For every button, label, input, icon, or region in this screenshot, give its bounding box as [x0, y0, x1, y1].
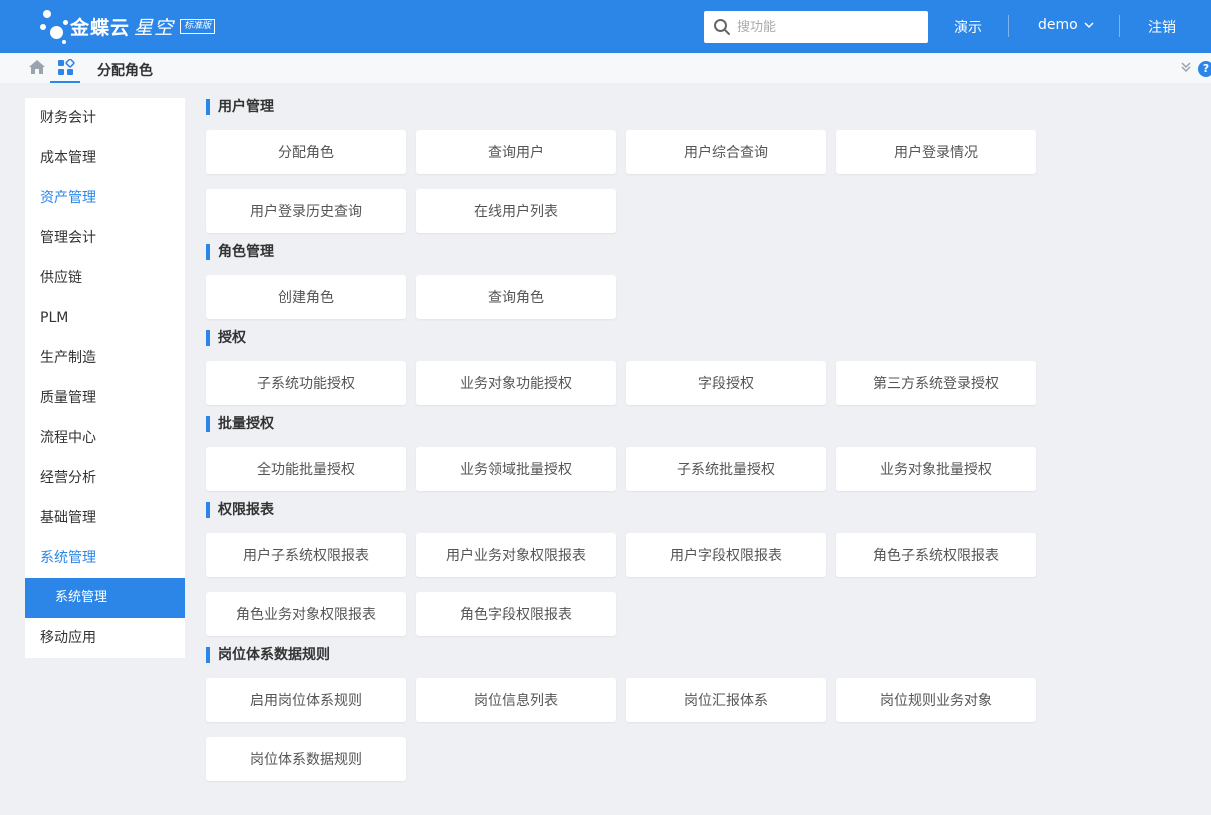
- tile-user-field-report[interactable]: 用户字段权限报表: [626, 533, 826, 577]
- tile-query-user[interactable]: 查询用户: [416, 130, 616, 174]
- edition-badge: 标准版: [180, 18, 216, 34]
- brand-name: 金蝶云 星空: [70, 16, 175, 39]
- tile-role-subsystem-report[interactable]: 角色子系统权限报表: [836, 533, 1036, 577]
- sidebar-item-mobile[interactable]: 移动应用: [25, 618, 185, 658]
- header-divider: [1008, 15, 1009, 37]
- active-tab-indicator: [50, 81, 80, 83]
- search-icon: [714, 19, 730, 35]
- tile-user-business-object-report[interactable]: 用户业务对象权限报表: [416, 533, 616, 577]
- section-title: 岗位体系数据规则: [206, 644, 1046, 666]
- header-divider: [1119, 15, 1120, 37]
- search-box[interactable]: [704, 11, 928, 43]
- section-user-management: 用户管理 分配角色 查询用户 用户综合查询 用户登录情况 用户登录历史查询 在线…: [206, 96, 1046, 248]
- sidebar-item-plm[interactable]: PLM: [25, 298, 185, 338]
- sidebar-item-quality[interactable]: 质量管理: [25, 378, 185, 418]
- tile-assign-role[interactable]: 分配角色: [206, 130, 406, 174]
- logo-dots-icon: [40, 6, 70, 46]
- sidebar-item-supply-chain[interactable]: 供应链: [25, 258, 185, 298]
- tile-third-party-login-auth[interactable]: 第三方系统登录授权: [836, 361, 1036, 405]
- brand-logo[interactable]: 金蝶云 星空 标准版: [40, 6, 216, 46]
- tile-field-auth[interactable]: 字段授权: [626, 361, 826, 405]
- sidebar-item-analytics[interactable]: 经营分析: [25, 458, 185, 498]
- section-title: 权限报表: [206, 499, 1046, 521]
- sidebar-subitem-system[interactable]: 系统管理: [25, 578, 185, 618]
- tile-business-domain-batch-auth[interactable]: 业务领域批量授权: [416, 447, 616, 491]
- double-chevron-down-icon[interactable]: [1180, 61, 1192, 73]
- sidebar-item-basic[interactable]: 基础管理: [25, 498, 185, 538]
- tile-subsystem-function-auth[interactable]: 子系统功能授权: [206, 361, 406, 405]
- tile-business-object-batch-auth[interactable]: 业务对象批量授权: [836, 447, 1036, 491]
- tile-online-users[interactable]: 在线用户列表: [416, 189, 616, 233]
- tile-create-role[interactable]: 创建角色: [206, 275, 406, 319]
- tile-user-login-history[interactable]: 用户登录历史查询: [206, 189, 406, 233]
- tile-position-reporting[interactable]: 岗位汇报体系: [626, 678, 826, 722]
- sidebar-item-management-accounting[interactable]: 管理会计: [25, 218, 185, 258]
- sidebar-item-system[interactable]: 系统管理: [25, 538, 185, 578]
- apps-icon[interactable]: [57, 59, 75, 77]
- tile-user-comprehensive-query[interactable]: 用户综合查询: [626, 130, 826, 174]
- tile-role-business-object-report[interactable]: 角色业务对象权限报表: [206, 592, 406, 636]
- section-title: 批量授权: [206, 413, 1046, 435]
- top-header: 金蝶云星空 标准版 演示 demo 注销: [0, 0, 1211, 53]
- sidebar-item-finance[interactable]: 财务会计: [25, 98, 185, 138]
- search-input[interactable]: [735, 18, 919, 36]
- tile-subsystem-batch-auth[interactable]: 子系统批量授权: [626, 447, 826, 491]
- breadcrumb: 分配角色 ?: [0, 53, 1211, 83]
- tile-user-subsystem-report[interactable]: 用户子系统权限报表: [206, 533, 406, 577]
- chevron-down-icon: [1084, 22, 1094, 29]
- user-menu[interactable]: demo: [1038, 17, 1094, 33]
- tile-user-login-status[interactable]: 用户登录情况: [836, 130, 1036, 174]
- sidebar-nav: 财务会计 成本管理 资产管理 管理会计 供应链 PLM 生产制造 质量管理 流程…: [25, 98, 185, 658]
- home-icon[interactable]: [28, 59, 46, 75]
- page-title: 分配角色: [97, 63, 153, 79]
- tile-position-data-rules[interactable]: 岗位体系数据规则: [206, 737, 406, 781]
- logout-link[interactable]: 注销: [1148, 17, 1176, 37]
- tile-position-rule-business-object[interactable]: 岗位规则业务对象: [836, 678, 1036, 722]
- section-title: 用户管理: [206, 96, 1046, 118]
- section-authorization: 授权 子系统功能授权 业务对象功能授权 字段授权 第三方系统登录授权: [206, 327, 1046, 420]
- user-name: demo: [1038, 17, 1078, 33]
- section-title: 授权: [206, 327, 1046, 349]
- section-permission-reports: 权限报表 用户子系统权限报表 用户业务对象权限报表 用户字段权限报表 角色子系统…: [206, 499, 1046, 651]
- tile-business-object-function-auth[interactable]: 业务对象功能授权: [416, 361, 616, 405]
- section-batch-authorization: 批量授权 全功能批量授权 业务领域批量授权 子系统批量授权 业务对象批量授权: [206, 413, 1046, 506]
- demo-link[interactable]: 演示: [954, 17, 982, 37]
- sidebar-item-assets[interactable]: 资产管理: [25, 178, 185, 218]
- tile-enable-position-rules[interactable]: 启用岗位体系规则: [206, 678, 406, 722]
- section-role-management: 角色管理 创建角色 查询角色: [206, 241, 1046, 334]
- tile-full-function-batch-auth[interactable]: 全功能批量授权: [206, 447, 406, 491]
- help-icon[interactable]: ?: [1198, 61, 1211, 77]
- tile-query-role[interactable]: 查询角色: [416, 275, 616, 319]
- function-panel: 用户管理 分配角色 查询用户 用户综合查询 用户登录情况 用户登录历史查询 在线…: [206, 96, 1046, 796]
- sidebar-item-workflow[interactable]: 流程中心: [25, 418, 185, 458]
- sidebar-item-manufacturing[interactable]: 生产制造: [25, 338, 185, 378]
- sidebar-item-cost[interactable]: 成本管理: [25, 138, 185, 178]
- tile-position-list[interactable]: 岗位信息列表: [416, 678, 616, 722]
- section-title: 角色管理: [206, 241, 1046, 263]
- section-position-data-rules: 岗位体系数据规则 启用岗位体系规则 岗位信息列表 岗位汇报体系 岗位规则业务对象…: [206, 644, 1046, 796]
- tile-role-field-report[interactable]: 角色字段权限报表: [416, 592, 616, 636]
